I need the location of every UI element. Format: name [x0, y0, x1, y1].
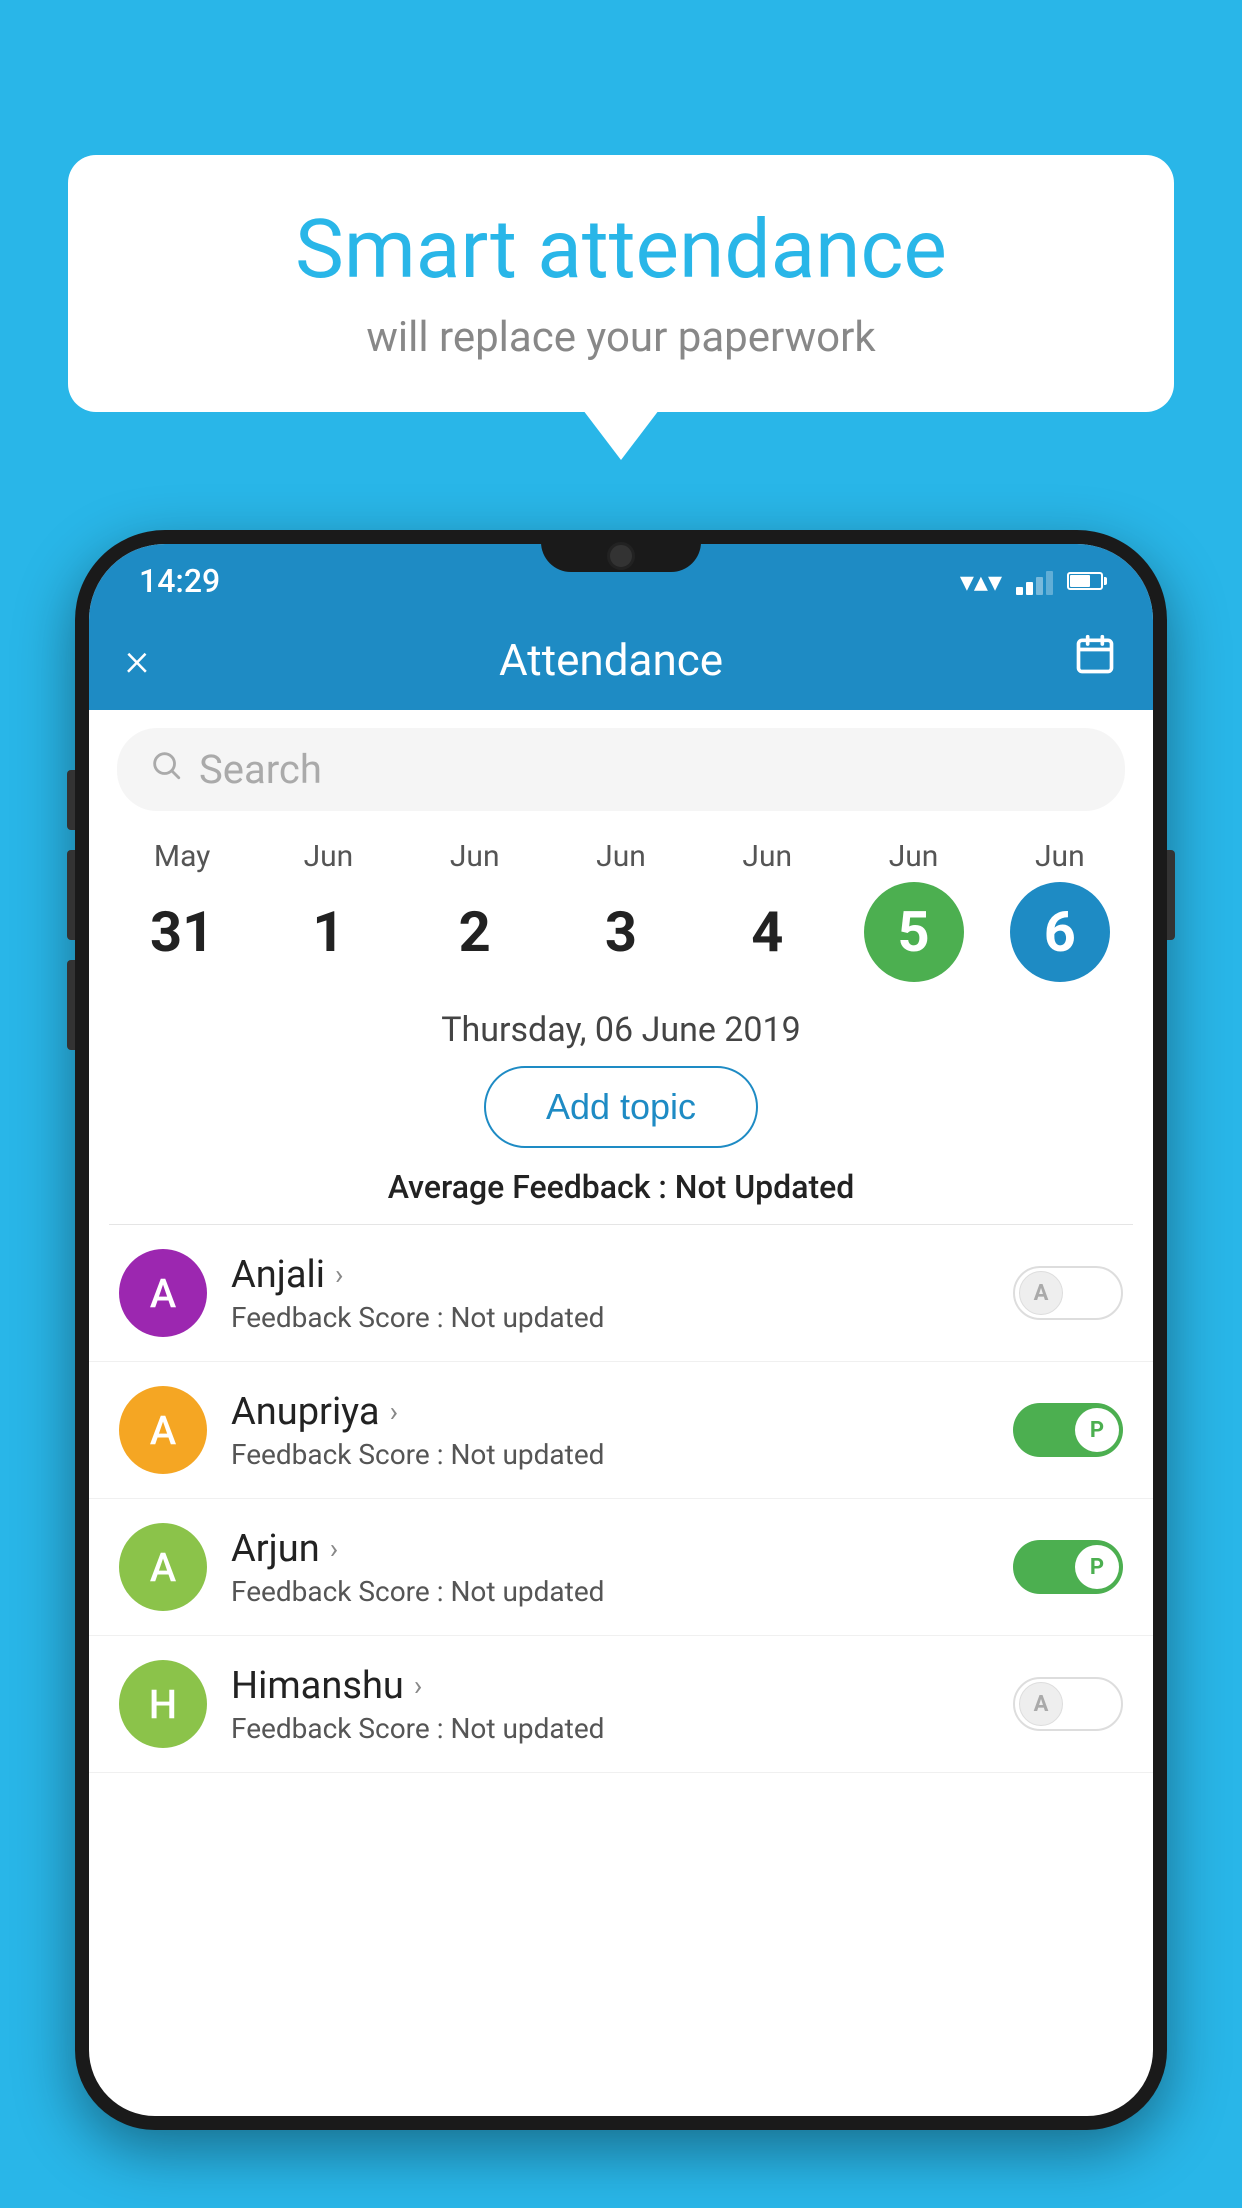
student-feedback-arjun: Feedback Score : Not updated — [231, 1575, 989, 1608]
cal-month-3: Jun — [596, 839, 646, 874]
phone-notch — [541, 530, 701, 572]
close-button[interactable]: × — [125, 637, 149, 683]
status-time: 14:29 — [139, 562, 220, 600]
toggle-knob-himanshu: A — [1019, 1682, 1063, 1726]
cal-month-2: Jun — [450, 839, 500, 874]
toggle-knob-anjali: A — [1019, 1271, 1063, 1315]
student-feedback-anjali: Feedback Score : Not updated — [231, 1301, 989, 1334]
cal-month-6: Jun — [1035, 839, 1085, 874]
toggle-anupriya[interactable]: P — [1013, 1403, 1123, 1457]
student-info-anjali: Anjali › Feedback Score : Not updated — [231, 1253, 989, 1334]
cal-day-0[interactable]: May 31 — [122, 839, 242, 982]
toggle-anjali[interactable]: A — [1013, 1266, 1123, 1320]
cal-month-0: May — [154, 839, 210, 874]
student-info-himanshu: Himanshu › Feedback Score : Not updated — [231, 1664, 989, 1745]
student-item-himanshu[interactable]: H Himanshu › Feedback Score : Not update… — [89, 1636, 1153, 1773]
cal-month-5: Jun — [889, 839, 939, 874]
phone-camera — [607, 542, 635, 570]
wifi-icon: ▾▴▾ — [960, 565, 1002, 598]
student-name-arjun: Arjun › — [231, 1527, 989, 1571]
phone-volume-down-button — [67, 960, 75, 1050]
search-input[interactable]: Search — [199, 746, 1093, 793]
cal-day-5[interactable]: Jun 5 — [854, 839, 974, 982]
avatar-anupriya: A — [119, 1386, 207, 1474]
search-icon — [149, 748, 183, 791]
student-feedback-anupriya: Feedback Score : Not updated — [231, 1438, 989, 1471]
toggle-knob-anupriya: P — [1075, 1408, 1119, 1452]
calendar-icon[interactable] — [1073, 633, 1117, 687]
chevron-icon: › — [330, 1532, 338, 1565]
cal-day-1[interactable]: Jun 1 — [268, 839, 388, 982]
cal-date-4: 4 — [717, 882, 817, 982]
signal-bar-1 — [1016, 587, 1023, 595]
avatar-arjun: A — [119, 1523, 207, 1611]
cal-day-4[interactable]: Jun 4 — [707, 839, 827, 982]
cal-day-6[interactable]: Jun 6 — [1000, 839, 1120, 982]
toggle-himanshu[interactable]: A — [1013, 1677, 1123, 1731]
avatar-anjali: A — [119, 1249, 207, 1337]
cal-date-6: 6 — [1010, 882, 1110, 982]
phone-volume-up-button — [67, 850, 75, 940]
search-container[interactable]: Search — [117, 728, 1125, 811]
phone-container: 14:29 ▾▴▾ × Attendance — [75, 530, 1167, 2208]
avg-feedback-value: Not Updated — [675, 1168, 855, 1206]
chevron-icon: › — [390, 1395, 398, 1428]
chevron-icon: › — [414, 1669, 422, 1702]
cal-date-0: 31 — [132, 882, 232, 982]
bubble-subtitle: will replace your paperwork — [128, 313, 1114, 362]
student-list: A Anjali › Feedback Score : Not updated … — [89, 1225, 1153, 1773]
add-topic-button[interactable]: Add topic — [484, 1066, 758, 1148]
cal-day-3[interactable]: Jun 3 — [561, 839, 681, 982]
student-item-anjali[interactable]: A Anjali › Feedback Score : Not updated … — [89, 1225, 1153, 1362]
calendar-strip: May 31 Jun 1 Jun 2 Jun 3 Jun 4 — [89, 829, 1153, 982]
phone-screen: 14:29 ▾▴▾ × Attendance — [89, 544, 1153, 2116]
speech-bubble: Smart attendance will replace your paper… — [68, 155, 1174, 412]
cal-date-3: 3 — [571, 882, 671, 982]
student-info-arjun: Arjun › Feedback Score : Not updated — [231, 1527, 989, 1608]
status-icons: ▾▴▾ — [960, 565, 1103, 598]
app-bar: × Attendance — [89, 610, 1153, 710]
student-info-anupriya: Anupriya › Feedback Score : Not updated — [231, 1390, 989, 1471]
student-item-anupriya[interactable]: A Anupriya › Feedback Score : Not update… — [89, 1362, 1153, 1499]
student-name-himanshu: Himanshu › — [231, 1664, 989, 1708]
phone-outer: 14:29 ▾▴▾ × Attendance — [75, 530, 1167, 2130]
student-item-arjun[interactable]: A Arjun › Feedback Score : Not updated P — [89, 1499, 1153, 1636]
student-feedback-himanshu: Feedback Score : Not updated — [231, 1712, 989, 1745]
avatar-himanshu: H — [119, 1660, 207, 1748]
toggle-arjun[interactable]: P — [1013, 1540, 1123, 1594]
selected-date: Thursday, 06 June 2019 — [89, 982, 1153, 1066]
battery-icon — [1067, 572, 1103, 590]
chevron-icon: › — [335, 1258, 343, 1291]
bubble-title: Smart attendance — [128, 205, 1114, 295]
signal-bar-2 — [1026, 582, 1033, 595]
cal-date-5: 5 — [864, 882, 964, 982]
cal-date-1: 1 — [278, 882, 378, 982]
signal-bar-4 — [1046, 571, 1053, 595]
student-name-anjali: Anjali › — [231, 1253, 989, 1297]
cal-month-1: Jun — [304, 839, 354, 874]
app-bar-title: Attendance — [179, 634, 1043, 686]
signal-bar-3 — [1036, 577, 1043, 595]
phone-volume-mute-button — [67, 770, 75, 830]
avg-feedback-label: Average Feedback : — [388, 1168, 667, 1206]
cal-month-4: Jun — [742, 839, 792, 874]
student-name-anupriya: Anupriya › — [231, 1390, 989, 1434]
battery-fill — [1070, 575, 1090, 587]
cal-date-2: 2 — [425, 882, 525, 982]
cal-day-2[interactable]: Jun 2 — [415, 839, 535, 982]
avg-feedback: Average Feedback : Not Updated — [89, 1168, 1153, 1224]
phone-power-button — [1167, 850, 1175, 940]
toggle-knob-arjun: P — [1075, 1545, 1119, 1589]
signal-bars — [1016, 567, 1053, 595]
